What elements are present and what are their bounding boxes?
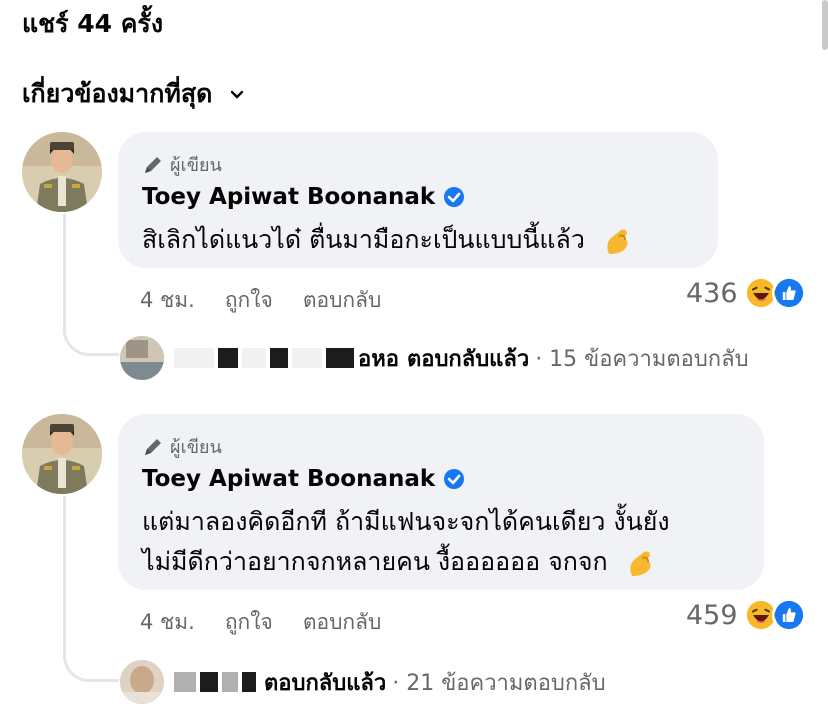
view-replies[interactable]: ตอบกลับแล้ว · 21 ข้อความตอบกลับ (120, 660, 606, 704)
comment-actions: 4 ชม. ถูกใจ ตอบกลับ (140, 284, 411, 317)
comment-sort-dropdown[interactable]: เกี่ยวข้องมากที่สุด (22, 74, 244, 114)
replies-count: · 15 ข้อความตอบกลับ (535, 346, 749, 372)
redacted-name (174, 348, 358, 368)
view-replies[interactable]: อหอ ตอบกลับแล้ว · 15 ข้อความตอบกลับ (120, 336, 749, 380)
commenter-name-text: Toey Apiwat Boonanak (142, 184, 436, 210)
reply-thread-line (63, 214, 119, 356)
author-badge-label: ผู้เขียน (170, 437, 222, 458)
scrollbar[interactable] (822, 0, 828, 50)
reaction-summary[interactable]: 459 (686, 598, 806, 632)
reply-avatar (120, 336, 164, 380)
verified-badge-icon (444, 187, 465, 207)
pinching-hand-emoji (607, 229, 628, 254)
verified-badge-icon (444, 469, 465, 489)
comment-text: สิเลิกได่แนวได๋ ตื่นมามือกะเป็นแบบนี้แล้… (142, 220, 635, 260)
sort-label: เกี่ยวข้องมากที่สุด (22, 79, 213, 108)
commenter-name-text: Toey Apiwat Boonanak (142, 466, 436, 492)
redacted-name (174, 672, 260, 692)
like-link[interactable]: ถูกใจ (225, 284, 273, 317)
reply-avatar (120, 660, 164, 704)
comment-actions: 4 ชม. ถูกใจ ตอบกลับ (140, 606, 411, 639)
comment-timestamp[interactable]: 4 ชม. (140, 606, 195, 639)
comment-bubble: ผู้เขียน Toey Apiwat Boonanak สิเลิกได่แ… (118, 132, 718, 268)
commenter-name[interactable]: Toey Apiwat Boonanak (142, 466, 465, 492)
replies-label: ตอบกลับแล้ว (264, 670, 387, 696)
replies-count: · 21 ข้อความตอบกลับ (392, 670, 606, 696)
author-badge-label: ผู้เขียน (170, 155, 222, 176)
reply-author-suffix: อหอ (358, 346, 399, 372)
avatar[interactable] (22, 414, 102, 494)
pen-icon (145, 438, 161, 455)
chevron-down-icon (231, 90, 244, 99)
comment-line: สิเลิกได่แนวได๋ ตื่นมามือกะเป็นแบบนี้แล้… (142, 225, 585, 254)
share-count[interactable]: แชร์ 44 ครั้ง (22, 4, 163, 44)
comment-timestamp[interactable]: 4 ชม. (140, 284, 195, 317)
like-link[interactable]: ถูกใจ (225, 606, 273, 639)
like-reaction-icon (771, 598, 806, 632)
reply-link[interactable]: ตอบกลับ (303, 284, 382, 317)
reaction-count: 459 (686, 599, 738, 631)
comment-line: ไม่มีดีกว่าอยากจกหลายคน งื้ออออออ จกจก (142, 547, 608, 576)
comment-text: แต่มาลองคิดอีกที ถ้ามีแฟนจะจกได้คนเดียว … (142, 502, 670, 582)
author-badge: ผู้เขียน (142, 150, 222, 179)
pen-icon (145, 156, 161, 173)
reaction-summary[interactable]: 436 (686, 276, 806, 310)
avatar[interactable] (22, 132, 102, 212)
comment-bubble: ผู้เขียน Toey Apiwat Boonanak แต่มาลองคิ… (118, 414, 764, 590)
comment-line: แต่มาลองคิดอีกที ถ้ามีแฟนจะจกได้คนเดียว … (142, 507, 670, 536)
commenter-name[interactable]: Toey Apiwat Boonanak (142, 184, 465, 210)
author-badge: ผู้เขียน (142, 432, 222, 461)
pinching-hand-emoji (630, 551, 651, 576)
like-reaction-icon (771, 276, 806, 310)
reply-thread-line (63, 496, 119, 682)
replies-label: ตอบกลับแล้ว (406, 346, 530, 372)
reaction-count: 436 (686, 277, 738, 309)
reply-link[interactable]: ตอบกลับ (303, 606, 382, 639)
